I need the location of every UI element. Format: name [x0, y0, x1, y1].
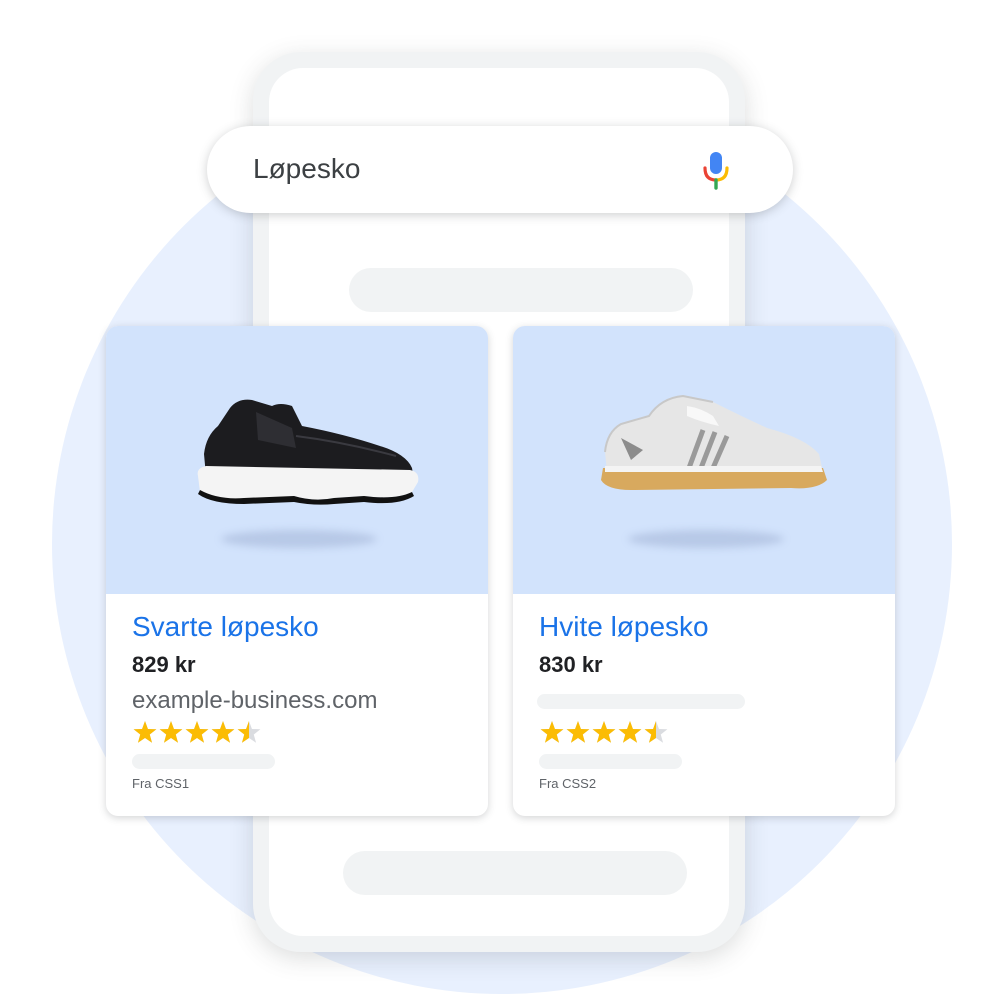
product-title[interactable]: Svarte løpesko	[132, 611, 319, 643]
star-icon	[540, 721, 564, 743]
star-rating	[540, 721, 668, 743]
placeholder-bar	[343, 851, 687, 895]
product-card[interactable]: Hvite løpesko 830 kr Fra CSS2	[513, 326, 895, 816]
product-image[interactable]	[106, 326, 488, 594]
star-icon	[159, 721, 183, 743]
placeholder-line	[537, 694, 745, 709]
product-domain: example-business.com	[132, 687, 378, 714]
placeholder-line	[539, 754, 682, 769]
mic-icon[interactable]	[703, 150, 729, 190]
product-card[interactable]: Svarte løpesko 829 kr example-business.c…	[106, 326, 488, 816]
shoe-shadow	[628, 530, 784, 548]
star-icon	[185, 721, 209, 743]
placeholder-line	[132, 754, 275, 769]
product-title[interactable]: Hvite løpesko	[539, 611, 709, 643]
star-icon	[566, 721, 590, 743]
search-query[interactable]: Løpesko	[253, 153, 360, 185]
product-price: 830 kr	[539, 652, 603, 677]
star-icon	[644, 721, 668, 743]
product-price: 829 kr	[132, 652, 196, 677]
star-icon	[592, 721, 616, 743]
star-icon	[237, 721, 261, 743]
star-icon	[133, 721, 157, 743]
product-image[interactable]	[513, 326, 895, 594]
shoe-shadow	[221, 530, 377, 548]
product-source: Fra CSS2	[539, 776, 597, 791]
product-source: Fra CSS1	[132, 776, 190, 791]
white-shoe-icon	[601, 394, 827, 490]
star-icon	[618, 721, 642, 743]
star-rating	[133, 721, 261, 743]
black-shoe-icon	[197, 399, 419, 505]
placeholder-bar	[349, 268, 693, 312]
star-icon	[211, 721, 235, 743]
search-bar[interactable]: Løpesko	[207, 126, 793, 213]
